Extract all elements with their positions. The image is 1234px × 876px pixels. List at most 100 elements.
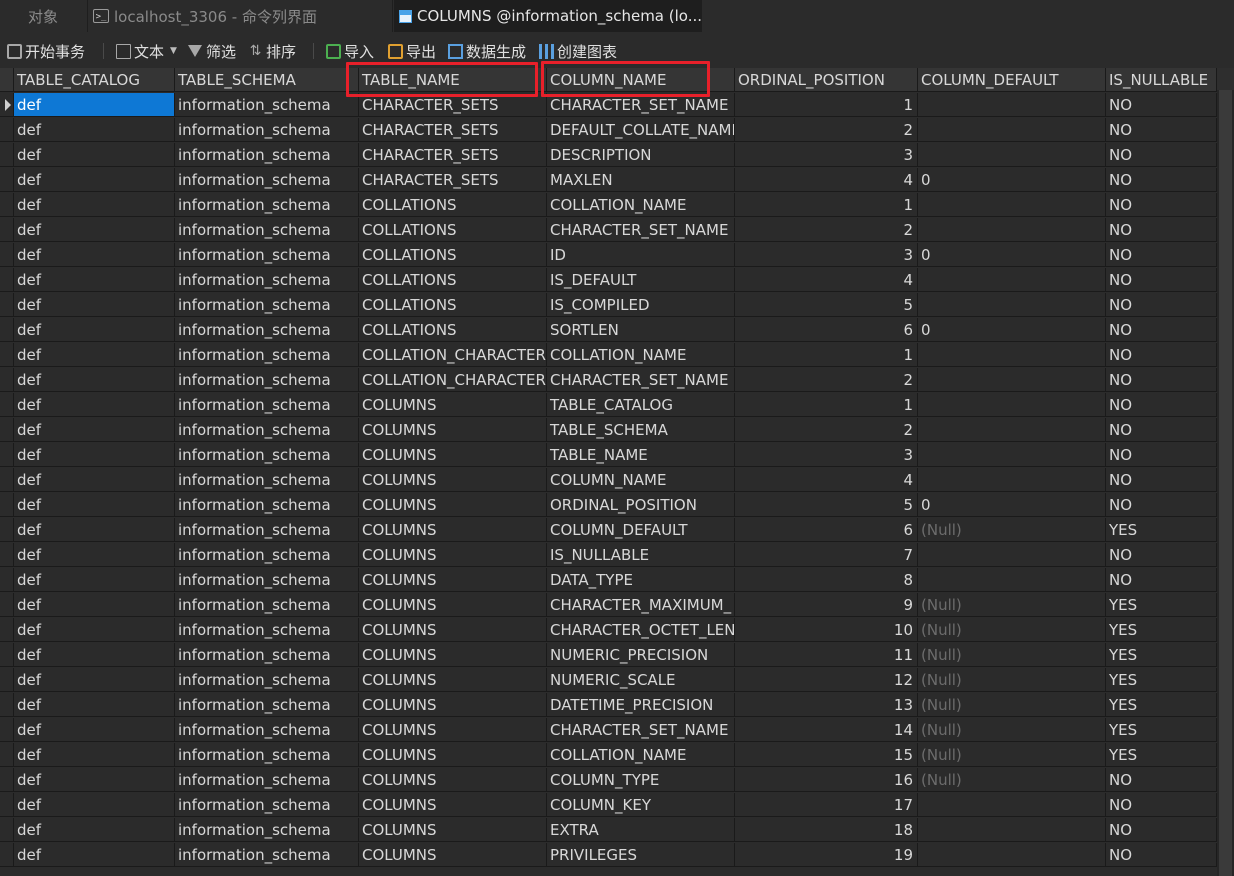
cell-ordinal-position[interactable]: 1 <box>735 93 918 117</box>
cell-ordinal-position[interactable]: 3 <box>735 143 918 167</box>
cell-ordinal-position[interactable]: 19 <box>735 843 918 867</box>
cell-column-name[interactable]: DATA_TYPE <box>547 568 735 592</box>
cell-is-nullable[interactable]: NO <box>1106 568 1217 592</box>
header-corner[interactable] <box>0 68 14 92</box>
cell-column-name[interactable]: COLUMN_DEFAULT <box>547 518 735 542</box>
cell-table-catalog[interactable]: def <box>14 618 175 642</box>
cell-table-name[interactable]: COLUMNS <box>359 568 547 592</box>
cell-is-nullable[interactable]: NO <box>1106 268 1217 292</box>
cell-table-name[interactable]: COLUMNS <box>359 693 547 717</box>
import-button[interactable]: 导入 <box>326 40 374 62</box>
column-header-ordinal-position[interactable]: ORDINAL_POSITION <box>735 68 918 92</box>
row-selector[interactable] <box>0 593 14 617</box>
cell-table-catalog[interactable]: def <box>14 218 175 242</box>
cell-column-name[interactable]: ID <box>547 243 735 267</box>
cell-ordinal-position[interactable]: 12 <box>735 668 918 692</box>
table-row[interactable]: def information_schema COLLATIONS COLLATION… <box>0 193 1217 218</box>
cell-column-default[interactable] <box>918 143 1106 167</box>
table-row[interactable]: def information_schema COLUMNS COLLATION_NA… <box>0 743 1217 768</box>
cell-table-catalog[interactable]: def <box>14 318 175 342</box>
cell-table-catalog[interactable]: def <box>14 293 175 317</box>
cell-column-name[interactable]: NUMERIC_SCALE <box>547 668 735 692</box>
cell-is-nullable[interactable]: NO <box>1106 418 1217 442</box>
cell-table-schema[interactable]: information_schema <box>175 318 359 342</box>
row-selector[interactable] <box>0 368 14 392</box>
cell-table-name[interactable]: COLLATIONS <box>359 193 547 217</box>
row-selector[interactable] <box>0 543 14 567</box>
cell-column-default[interactable] <box>918 93 1106 117</box>
table-row[interactable]: def information_schema COLUMNS TABLE_NAME 3 N… <box>0 443 1217 468</box>
row-selector[interactable] <box>0 443 14 467</box>
cell-is-nullable[interactable]: NO <box>1106 368 1217 392</box>
cell-table-schema[interactable]: information_schema <box>175 143 359 167</box>
row-selector[interactable] <box>0 643 14 667</box>
row-selector[interactable] <box>0 493 14 517</box>
cell-table-catalog[interactable]: def <box>14 368 175 392</box>
row-selector[interactable] <box>0 293 14 317</box>
cell-column-default[interactable] <box>918 418 1106 442</box>
table-row[interactable]: def information_schema COLUMNS CHARACTER_SE… <box>0 718 1217 743</box>
cell-table-schema[interactable]: information_schema <box>175 418 359 442</box>
scroll-up-button[interactable] <box>1217 68 1234 90</box>
export-button[interactable]: 导出 <box>388 40 436 62</box>
row-selector[interactable] <box>0 668 14 692</box>
data-generation-button[interactable]: 数据生成 <box>448 40 526 62</box>
cell-column-name[interactable]: DATETIME_PRECISION <box>547 693 735 717</box>
row-selector[interactable] <box>0 468 14 492</box>
cell-ordinal-position[interactable]: 2 <box>735 118 918 142</box>
row-selector[interactable] <box>0 318 14 342</box>
cell-table-name[interactable]: COLUMNS <box>359 468 547 492</box>
cell-table-catalog[interactable]: def <box>14 193 175 217</box>
cell-column-name[interactable]: TABLE_CATALOG <box>547 393 735 417</box>
row-selector[interactable] <box>0 118 14 142</box>
table-row[interactable]: def information_schema COLUMNS DATA_TYPE 8 NO <box>0 568 1217 593</box>
cell-table-catalog[interactable]: def <box>14 743 175 767</box>
cell-column-name[interactable]: DESCRIPTION <box>547 143 735 167</box>
cell-is-nullable[interactable]: YES <box>1106 618 1217 642</box>
row-selector[interactable] <box>0 568 14 592</box>
cell-table-schema[interactable]: information_schema <box>175 693 359 717</box>
cell-column-name[interactable]: COLLATION_NAME <box>547 343 735 367</box>
cell-table-schema[interactable]: information_schema <box>175 168 359 192</box>
table-row[interactable]: def information_schema COLUMNS NUMERIC_PREC… <box>0 643 1217 668</box>
cell-is-nullable[interactable]: NO <box>1106 168 1217 192</box>
cell-table-catalog[interactable]: def <box>14 443 175 467</box>
cell-ordinal-position[interactable]: 3 <box>735 443 918 467</box>
row-selector[interactable] <box>0 693 14 717</box>
cell-column-default[interactable]: (Null) <box>918 643 1106 667</box>
cell-ordinal-position[interactable]: 2 <box>735 218 918 242</box>
cell-table-name[interactable]: COLUMNS <box>359 743 547 767</box>
cell-ordinal-position[interactable]: 11 <box>735 643 918 667</box>
cell-table-schema[interactable]: information_schema <box>175 618 359 642</box>
cell-table-name[interactable]: COLUMNS <box>359 843 547 867</box>
tab-console[interactable]: >_ localhost_3306 - 命令列界面 <box>87 0 393 32</box>
cell-is-nullable[interactable]: YES <box>1106 518 1217 542</box>
table-row[interactable]: def information_schema COLUMNS DATETIME_PRE… <box>0 693 1217 718</box>
cell-ordinal-position[interactable]: 6 <box>735 318 918 342</box>
cell-table-schema[interactable]: information_schema <box>175 718 359 742</box>
cell-is-nullable[interactable]: YES <box>1106 693 1217 717</box>
table-row[interactable]: def information_schema COLLATIONS SORTLEN 6 0… <box>0 318 1217 343</box>
cell-table-catalog[interactable]: def <box>14 418 175 442</box>
cell-table-catalog[interactable]: def <box>14 643 175 667</box>
cell-is-nullable[interactable]: NO <box>1106 143 1217 167</box>
chevron-down-icon[interactable]: ▼ <box>170 46 177 56</box>
table-row[interactable]: def information_schema COLLATION_CHARACTER… <box>0 343 1217 368</box>
cell-column-default[interactable] <box>918 218 1106 242</box>
column-header-table-schema[interactable]: TABLE_SCHEMA <box>175 68 359 92</box>
cell-table-name[interactable]: COLLATIONS <box>359 218 547 242</box>
cell-ordinal-position[interactable]: 1 <box>735 343 918 367</box>
row-selector[interactable] <box>0 268 14 292</box>
cell-table-catalog[interactable]: def <box>14 818 175 842</box>
cell-table-schema[interactable]: information_schema <box>175 368 359 392</box>
cell-column-default[interactable]: 0 <box>918 493 1106 517</box>
cell-is-nullable[interactable]: NO <box>1106 318 1217 342</box>
cell-column-name[interactable]: COLUMN_TYPE <box>547 768 735 792</box>
cell-table-catalog[interactable]: def <box>14 668 175 692</box>
cell-column-name[interactable]: IS_NULLABLE <box>547 543 735 567</box>
cell-ordinal-position[interactable]: 7 <box>735 543 918 567</box>
cell-table-catalog[interactable]: def <box>14 493 175 517</box>
cell-column-name[interactable]: IS_COMPILED <box>547 293 735 317</box>
cell-table-schema[interactable]: information_schema <box>175 193 359 217</box>
cell-table-catalog[interactable]: def <box>14 243 175 267</box>
